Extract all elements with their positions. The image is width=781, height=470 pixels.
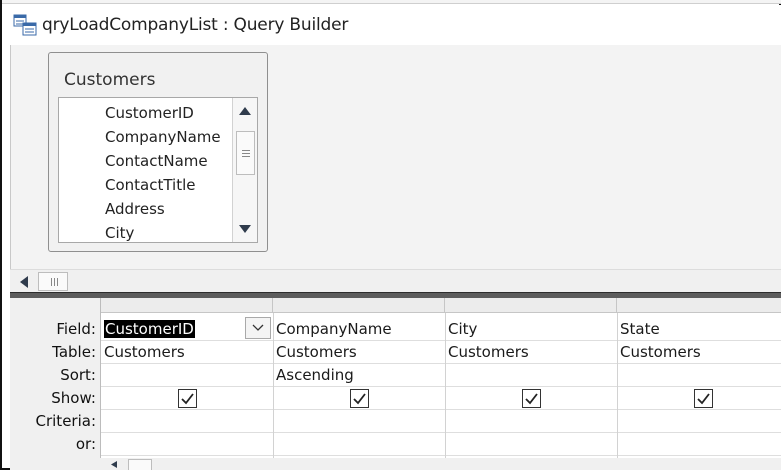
sort-cell[interactable]: Ascending — [276, 366, 354, 384]
table-pane[interactable]: Customers CustomerID CompanyName Contact… — [10, 45, 781, 269]
grid-line — [101, 455, 781, 456]
grip-line — [242, 156, 250, 157]
grid-line — [101, 363, 781, 364]
title-bar[interactable]: qryLoadCompanyList : Query Builder — [4, 5, 781, 45]
row-label-or: or: — [75, 435, 96, 453]
show-checkbox[interactable] — [694, 389, 713, 408]
scroll-thumb[interactable] — [38, 272, 68, 291]
row-label-show: Show: — [51, 389, 96, 407]
field-item[interactable]: ContactName — [105, 152, 208, 170]
grip-line — [242, 150, 250, 151]
chevron-down-icon — [252, 324, 264, 331]
check-icon — [353, 393, 366, 405]
query-builder-icon — [13, 14, 37, 36]
grid-line — [101, 409, 781, 410]
check-icon — [697, 393, 710, 405]
scroll-thumb[interactable] — [128, 459, 152, 470]
row-label-criteria: Criteria: — [35, 412, 97, 430]
design-grid[interactable]: CustomerID Customers CompanyName Custome… — [100, 298, 781, 458]
grid-line — [445, 313, 446, 458]
column-selector[interactable] — [445, 298, 617, 313]
scroll-thumb[interactable] — [236, 131, 255, 175]
field-list-title: Customers — [64, 70, 156, 90]
field-item[interactable]: CustomerID — [105, 104, 194, 122]
triangle-down-icon — [239, 225, 251, 233]
grid-line — [101, 386, 781, 387]
check-icon — [181, 393, 194, 405]
show-checkbox[interactable] — [178, 389, 197, 408]
field-item[interactable]: CompanyName — [105, 128, 221, 146]
show-checkbox[interactable] — [522, 389, 541, 408]
scroll-up-button[interactable] — [233, 99, 257, 123]
field-item[interactable]: Address — [105, 200, 165, 218]
row-label-field: Field: — [56, 320, 96, 338]
row-label-sort: Sort: — [60, 366, 96, 384]
field-list-customers[interactable]: Customers CustomerID CompanyName Contact… — [48, 52, 268, 252]
field-list-scrollbar[interactable] — [232, 98, 257, 242]
field-cell[interactable]: CompanyName — [276, 320, 392, 338]
table-pane-scrollbar[interactable] — [10, 269, 781, 292]
column-selector[interactable] — [101, 298, 273, 313]
field-item[interactable]: City — [105, 224, 134, 242]
grid-line — [273, 313, 274, 458]
scroll-left-button[interactable] — [13, 272, 35, 291]
grip-line — [54, 278, 55, 286]
query-builder-window: qryLoadCompanyList : Query Builder Custo… — [0, 0, 781, 470]
scroll-left-button[interactable] — [103, 459, 125, 470]
column-selector[interactable] — [273, 298, 445, 313]
window-title: qryLoadCompanyList : Query Builder — [42, 15, 349, 35]
table-cell[interactable]: Customers — [620, 343, 701, 361]
field-list-box[interactable]: CustomerID CompanyName ContactName Conta… — [58, 97, 258, 243]
field-cell[interactable]: City — [448, 320, 477, 338]
row-label-table: Table: — [52, 343, 96, 361]
triangle-up-icon — [239, 107, 251, 115]
show-checkbox[interactable] — [350, 389, 369, 408]
table-cell[interactable]: Customers — [276, 343, 357, 361]
design-grid-pane: Field: Table: Sort: Show: Criteria: or: … — [10, 298, 781, 470]
grid-line — [617, 313, 618, 458]
scroll-down-button[interactable] — [233, 217, 257, 241]
grip-line — [242, 153, 250, 154]
check-icon — [525, 393, 538, 405]
field-item[interactable]: ContactTitle — [105, 176, 196, 194]
table-cell[interactable]: Customers — [448, 343, 529, 361]
grid-line — [101, 340, 781, 341]
design-grid-scrollbar[interactable] — [100, 458, 781, 470]
triangle-left-icon — [20, 275, 28, 288]
triangle-left-icon — [111, 461, 117, 468]
top-strip — [2, 0, 781, 4]
field-dropdown-button[interactable] — [245, 317, 271, 339]
grid-line — [101, 432, 781, 433]
field-cell[interactable]: State — [620, 320, 660, 338]
table-cell[interactable]: Customers — [104, 343, 185, 361]
grip-line — [57, 278, 58, 286]
column-selector[interactable] — [617, 298, 781, 313]
field-cell[interactable]: CustomerID — [104, 320, 195, 338]
grip-line — [51, 278, 52, 286]
